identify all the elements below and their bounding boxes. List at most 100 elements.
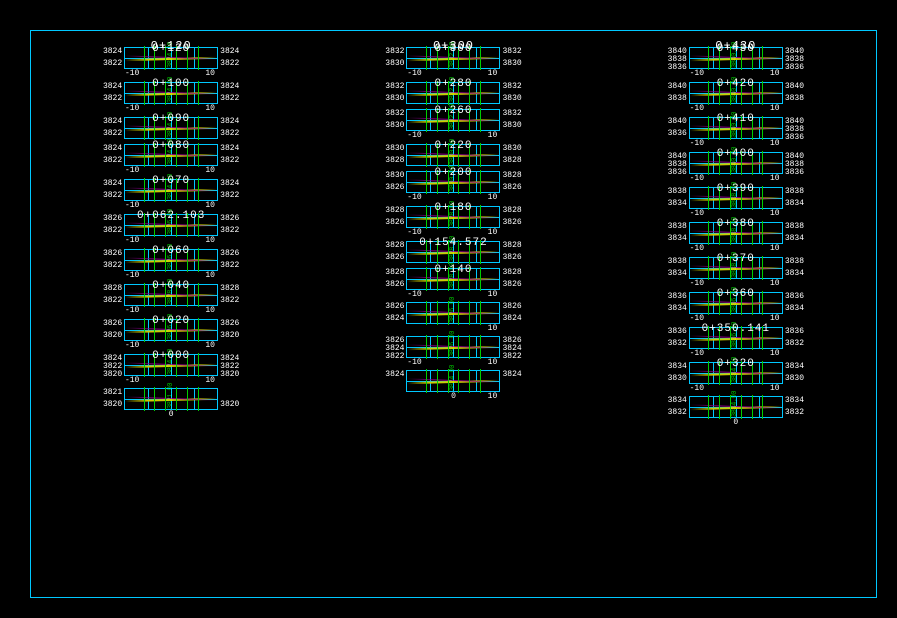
station-label: 0+140: [434, 265, 472, 276]
y-labels-left: 38283826: [382, 207, 406, 227]
y-labels-right: 38283826: [500, 269, 524, 289]
cross-section: 0+0003824382238203824.00382438223820-101…: [100, 353, 242, 385]
station-label: 0+380: [717, 219, 755, 230]
cross-section: 0+420384038383840.0038403838-1010: [665, 81, 807, 113]
station-label: 0+060: [152, 246, 190, 257]
y-labels-left: 38403836: [665, 118, 689, 138]
station-label: 0+220: [434, 141, 472, 152]
station-label: 0+180: [434, 203, 472, 214]
y-labels-right: 38383834: [783, 258, 807, 278]
cross-section: 38243824.003824010: [382, 370, 524, 401]
cross-section: 383438323834.00383438320: [665, 396, 807, 427]
elevation-values: 3826.00: [449, 297, 457, 323]
y-labels-right: 38243822: [218, 83, 242, 103]
station-label: 0+420: [717, 79, 755, 90]
y-labels-left: 382438223820: [100, 355, 124, 375]
y-labels-left: 382638243822: [382, 337, 406, 357]
y-labels-left: 38283822: [100, 285, 124, 305]
x-labels: 0: [688, 419, 784, 427]
y-labels-right: 38243822: [218, 118, 242, 138]
cross-section: 0+4303840383838363840.00384038383836-101…: [665, 46, 807, 78]
cross-section: 0+320383438303834.0038343830-1010: [665, 361, 807, 393]
profile-column: 0+3000+300383238303832.0038323830-10100+…: [382, 42, 524, 402]
y-labels-right: 384038383836: [783, 118, 807, 138]
y-labels-left: 38323830: [382, 83, 406, 103]
station-label: 0+410: [717, 114, 755, 125]
station-label: 0+000: [152, 351, 190, 362]
profile-column: 0+1200+120382438223824.0038243822-10100+…: [100, 42, 242, 420]
y-labels-right: 38263822: [218, 215, 242, 235]
y-labels-right: 38323830: [500, 83, 524, 103]
elevation-values: 3821.00: [167, 383, 175, 409]
y-labels-right: 38243822: [218, 145, 242, 165]
station-label: 0+350.141: [702, 324, 770, 335]
x-labels: 010: [405, 393, 501, 401]
y-labels-right: 38343830: [783, 363, 807, 383]
section-row: 383438323834.0038343832: [665, 396, 807, 418]
elevation-values: 3826.00: [449, 331, 457, 357]
cross-section: 0+060382638223826.0038263822-1010: [100, 248, 242, 280]
y-labels-right: 3824: [500, 371, 524, 391]
y-labels-right: 38383834: [783, 223, 807, 243]
cross-section: 0+380383838343838.0038383834-1010: [665, 221, 807, 253]
station-label: 0+040: [152, 281, 190, 292]
cross-section: 0+410384038363840.00384038383836-1010: [665, 116, 807, 148]
cross-section: 0+154.572382838263828.0038283826: [382, 240, 524, 264]
station-label: 0+400: [717, 149, 755, 160]
y-labels-left: 38243822: [100, 118, 124, 138]
y-labels-left: 38343830: [665, 363, 689, 383]
y-labels-right: 38403838: [783, 83, 807, 103]
section-box: 3826.00: [406, 302, 500, 324]
y-labels-left: 38363834: [665, 293, 689, 313]
y-labels-right: 38263824: [500, 303, 524, 323]
station-label: 0+260: [434, 106, 472, 117]
y-labels-left: 38243822: [100, 145, 124, 165]
y-labels-left: 38303828: [382, 145, 406, 165]
y-labels-right: 38383834: [783, 188, 807, 208]
cross-section: 0+140382838263828.0038283826-1010: [382, 267, 524, 299]
cross-section: 0+4003840383838363840.00384038383836-101…: [665, 151, 807, 183]
cross-section: 0+100382438223824.0038243822-1010: [100, 81, 242, 113]
cross-section: 382138203821.0038200: [100, 388, 242, 419]
station-label: 0+080: [152, 141, 190, 152]
y-labels-left: 384038383836: [665, 48, 689, 68]
section-row: 38243824.003824: [382, 370, 524, 392]
y-labels-left: 38343832: [665, 397, 689, 417]
y-labels-left: 38323830: [382, 110, 406, 130]
y-labels-left: 38383834: [665, 258, 689, 278]
cross-section: 0+180382838263828.0038283826-1010: [382, 205, 524, 237]
y-labels-left: 38383834: [665, 223, 689, 243]
y-labels-left: 38213820: [100, 389, 124, 409]
y-labels-left: 38263824: [382, 303, 406, 323]
cross-section: 0+080382438223824.0038243822-1010: [100, 143, 242, 175]
cross-section: 382638243826.003826382410: [382, 302, 524, 333]
cross-section: 0+070382438223824.0038243822-1010: [100, 178, 242, 210]
cross-section: 0+300383238303832.0038323830-1010: [382, 46, 524, 78]
y-labels-right: 3820: [218, 389, 242, 409]
cross-section: 0+260383238303832.0038323830-1010: [382, 108, 524, 140]
y-labels-left: 38363832: [665, 328, 689, 348]
y-labels-right: 384038383836: [783, 153, 807, 173]
section-box: 3834.00: [689, 396, 783, 418]
station-label: 0+360: [717, 289, 755, 300]
station-label: 0+200: [434, 168, 472, 179]
station-label: 0+390: [717, 184, 755, 195]
cross-section: 0+020382638203826.0038263820-1010: [100, 318, 242, 350]
y-labels-left: 38243822: [100, 180, 124, 200]
station-label: 0+100: [152, 79, 190, 90]
section-row: 3826382438223826.00382638243822: [382, 336, 524, 358]
y-labels-left: 38303826: [382, 172, 406, 192]
cross-section: 0+062.103382638223826.0038263822-1010: [100, 213, 242, 245]
y-labels-left: 38243822: [100, 83, 124, 103]
cross-section: 0+090382438223824.0038243822: [100, 116, 242, 140]
elevation-values: 3824.00: [449, 365, 457, 391]
y-labels-right: 38283822: [218, 285, 242, 305]
station-label: 0+154.572: [419, 238, 487, 249]
y-labels-right: 38363832: [783, 328, 807, 348]
cross-section: 0+370383838343838.0038383834-1010: [665, 256, 807, 288]
y-labels-left: 38263822: [100, 250, 124, 270]
y-labels-right: 382438223820: [218, 355, 242, 375]
y-labels-right: 38343832: [783, 397, 807, 417]
cad-viewport: 0+1200+120382438223824.0038243822-10100+…: [0, 0, 897, 618]
y-labels-left: 38403838: [665, 83, 689, 103]
